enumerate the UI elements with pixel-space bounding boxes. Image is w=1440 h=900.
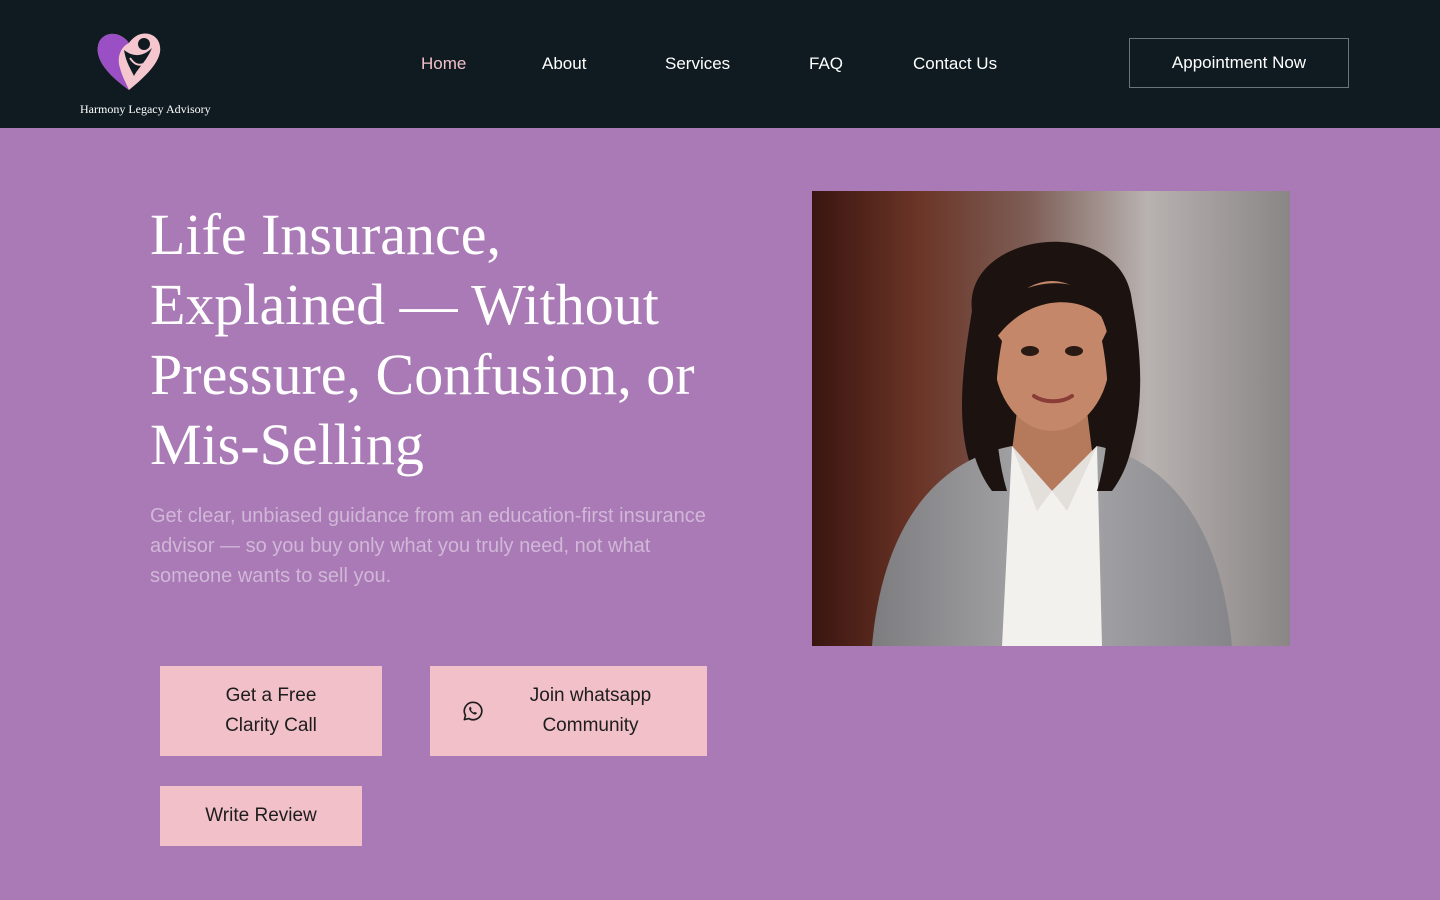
whatsapp-icon: [462, 701, 483, 721]
hero-subtitle: Get clear, unbiased guidance from an edu…: [150, 505, 706, 587]
write-review-button[interactable]: Write Review: [160, 786, 362, 846]
free-clarity-call-button[interactable]: Get a Free Clarity Call: [160, 666, 382, 756]
join-whatsapp-community-label: Join whatsapp Community: [529, 685, 652, 736]
advisor-portrait-illustration: [812, 191, 1290, 646]
nav-contact-us[interactable]: Contact Us: [913, 52, 997, 76]
brand-logo[interactable]: Harmony Legacy Advisory: [80, 28, 220, 120]
join-whatsapp-community-button[interactable]: Join whatsapp Community: [430, 666, 707, 756]
nav-home[interactable]: Home: [421, 52, 466, 76]
free-clarity-call-label: Get a Free Clarity Call: [225, 685, 317, 736]
nav-faq[interactable]: FAQ: [809, 52, 843, 76]
nav-about[interactable]: About: [542, 52, 586, 76]
appointment-now-button[interactable]: Appointment Now: [1129, 38, 1349, 88]
site-header: Harmony Legacy Advisory Home About Servi…: [0, 0, 1440, 128]
advisor-portrait: [812, 191, 1290, 646]
hero-title: Life Insurance, Explained — Without Pres…: [150, 202, 695, 477]
nav-services[interactable]: Services: [665, 52, 730, 76]
heart-figure-logo-icon: [97, 33, 161, 90]
brand-name: Harmony Legacy Advisory: [80, 102, 211, 116]
